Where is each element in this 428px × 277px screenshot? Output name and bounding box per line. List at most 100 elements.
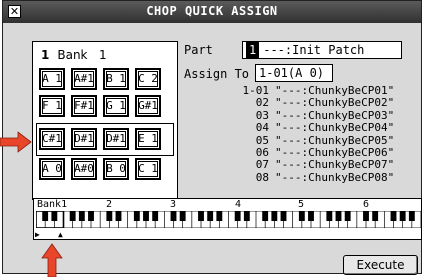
black-key	[42, 211, 49, 221]
pad-button[interactable]: B 1	[103, 68, 129, 90]
black-key	[271, 211, 278, 221]
pad-button[interactable]: C 2	[135, 68, 161, 90]
black-key	[363, 211, 369, 221]
black-key	[88, 211, 94, 221]
assignment-number: 07	[255, 158, 269, 172]
arrow-right-icon	[0, 131, 32, 153]
black-key	[372, 211, 379, 221]
keyboard-bank-label: 5	[298, 199, 305, 210]
pad-button[interactable]: A 1	[39, 68, 65, 90]
pad-label: F 1	[42, 99, 62, 112]
keyboard-strip[interactable]: Bank1 2 3 4 5 6 ▶ ▲	[33, 198, 422, 240]
assignment-number: 04	[255, 121, 269, 135]
bank-text: Bank	[57, 48, 88, 62]
pad-label: C#1	[42, 132, 62, 145]
pad-button[interactable]: E 1	[135, 128, 161, 150]
black-key	[243, 211, 250, 221]
arrow-up-icon	[41, 243, 63, 277]
black-key	[179, 211, 186, 221]
pad-button[interactable]: D#1	[103, 128, 129, 150]
keyboard-bank-label: Bank1	[37, 199, 68, 210]
black-key	[262, 211, 269, 221]
pad-label: G 1	[106, 99, 126, 112]
pad-button[interactable]: D#1	[71, 128, 97, 150]
assignment-name: "---:ChunkyBeCP04"	[275, 121, 395, 135]
range-marker-icon: ▲	[58, 230, 63, 239]
black-key	[106, 211, 113, 221]
part-field[interactable]: 1 ---:Init Patch	[242, 41, 402, 59]
black-key	[216, 211, 223, 221]
assignment-name: "---:ChunkyBeCP02"	[275, 96, 395, 110]
pad-button[interactable]: A#0	[71, 158, 97, 180]
black-key	[308, 211, 314, 221]
black-key	[133, 211, 140, 221]
black-key	[207, 211, 214, 221]
pad-label: D#1	[74, 132, 94, 145]
part-value: ---:Init Patch	[263, 43, 365, 57]
black-key	[344, 211, 351, 221]
black-key	[152, 211, 159, 221]
assignment-number: 06	[255, 145, 269, 159]
assignment-row: 08 "---:ChunkyBeCP08"	[225, 170, 395, 184]
pad-button[interactable]: A 0	[39, 158, 65, 180]
bank-label: 1 Bank 1	[41, 48, 107, 62]
pad-label: A#0	[74, 162, 94, 175]
dialog-title: CHOP QUICK ASSIGN	[146, 4, 278, 18]
part-number: 1	[246, 42, 260, 58]
black-key	[115, 211, 122, 221]
assignment-number: 05	[255, 133, 269, 147]
pad-label: G#1	[138, 99, 158, 112]
range-start-marker-icon: ▶	[35, 230, 40, 239]
keyboard-bank-label: 2	[106, 199, 113, 210]
assignment-list: 1-01 "---:ChunkyBeCP01" 02 "---:ChunkyBeCP0…	[225, 84, 395, 184]
pad-label: A#1	[74, 72, 94, 85]
pad-label: C 2	[138, 72, 158, 85]
assignment-name: "---:ChunkyBeCP01"	[275, 84, 395, 97]
pad-label: A 0	[42, 162, 62, 175]
pad-button[interactable]: C 1	[135, 158, 161, 180]
pad-label: B 0	[106, 162, 126, 175]
pad-button[interactable]: G 1	[103, 95, 129, 117]
pad-button[interactable]: A#1	[71, 68, 97, 90]
assignment-name: "---:ChunkyBeCP08"	[275, 170, 395, 184]
bank-value: 1	[98, 48, 107, 62]
title-bar: ✕ CHOP QUICK ASSIGN	[3, 1, 421, 23]
pad-label: C 1	[138, 162, 158, 175]
assign-to-field[interactable]: 1-01(A 0)	[255, 64, 333, 82]
pad-button[interactable]: F 1	[39, 95, 65, 117]
pad-button[interactable]: F#1	[71, 95, 97, 117]
pad-button[interactable]: B 0	[103, 158, 129, 180]
black-key	[234, 211, 241, 221]
pad-label: D#1	[106, 132, 126, 145]
black-key	[335, 211, 342, 221]
part-label: Part	[184, 43, 213, 57]
black-key	[170, 211, 177, 221]
assignment-name: "---:ChunkyBeCP03"	[275, 108, 395, 122]
black-key	[51, 211, 58, 221]
pad-label: A 1	[42, 72, 62, 85]
black-key	[280, 211, 287, 221]
pad-label: F#1	[74, 99, 94, 112]
execute-button[interactable]: Execute	[343, 255, 418, 275]
assignment-number: 08	[255, 170, 269, 184]
black-key	[399, 211, 406, 221]
bank-number: 1	[41, 48, 50, 62]
assign-to-label: Assign To	[184, 67, 250, 81]
keyboard-bank-label: 4	[235, 199, 242, 210]
assignment-number: 03	[255, 108, 269, 122]
keyboard-bank-label: 3	[170, 199, 177, 210]
black-key	[78, 211, 85, 221]
pad-grid: 1 Bank 1 A 1 A#1 B 1 C 2 F 1 F#1 G 1 G#1 C#1 D#1 D#…	[32, 41, 178, 200]
black-key	[69, 211, 76, 221]
chop-quick-assign-dialog: ✕ CHOP QUICK ASSIGN 1 Bank 1 A 1 A#1 B 1 C 2…	[2, 0, 422, 275]
assignment-name: "---:ChunkyBeCP06"	[275, 145, 395, 159]
pad-button[interactable]: C#1	[39, 128, 65, 150]
piano-keys[interactable]	[36, 211, 421, 228]
black-key	[143, 211, 149, 221]
assignment-name: "---:ChunkyBeCP07"	[275, 158, 395, 172]
black-key	[326, 211, 333, 221]
pad-button[interactable]: G#1	[135, 95, 161, 117]
assignment-number: 02	[255, 96, 269, 110]
black-key	[198, 211, 204, 221]
black-key	[298, 211, 305, 221]
